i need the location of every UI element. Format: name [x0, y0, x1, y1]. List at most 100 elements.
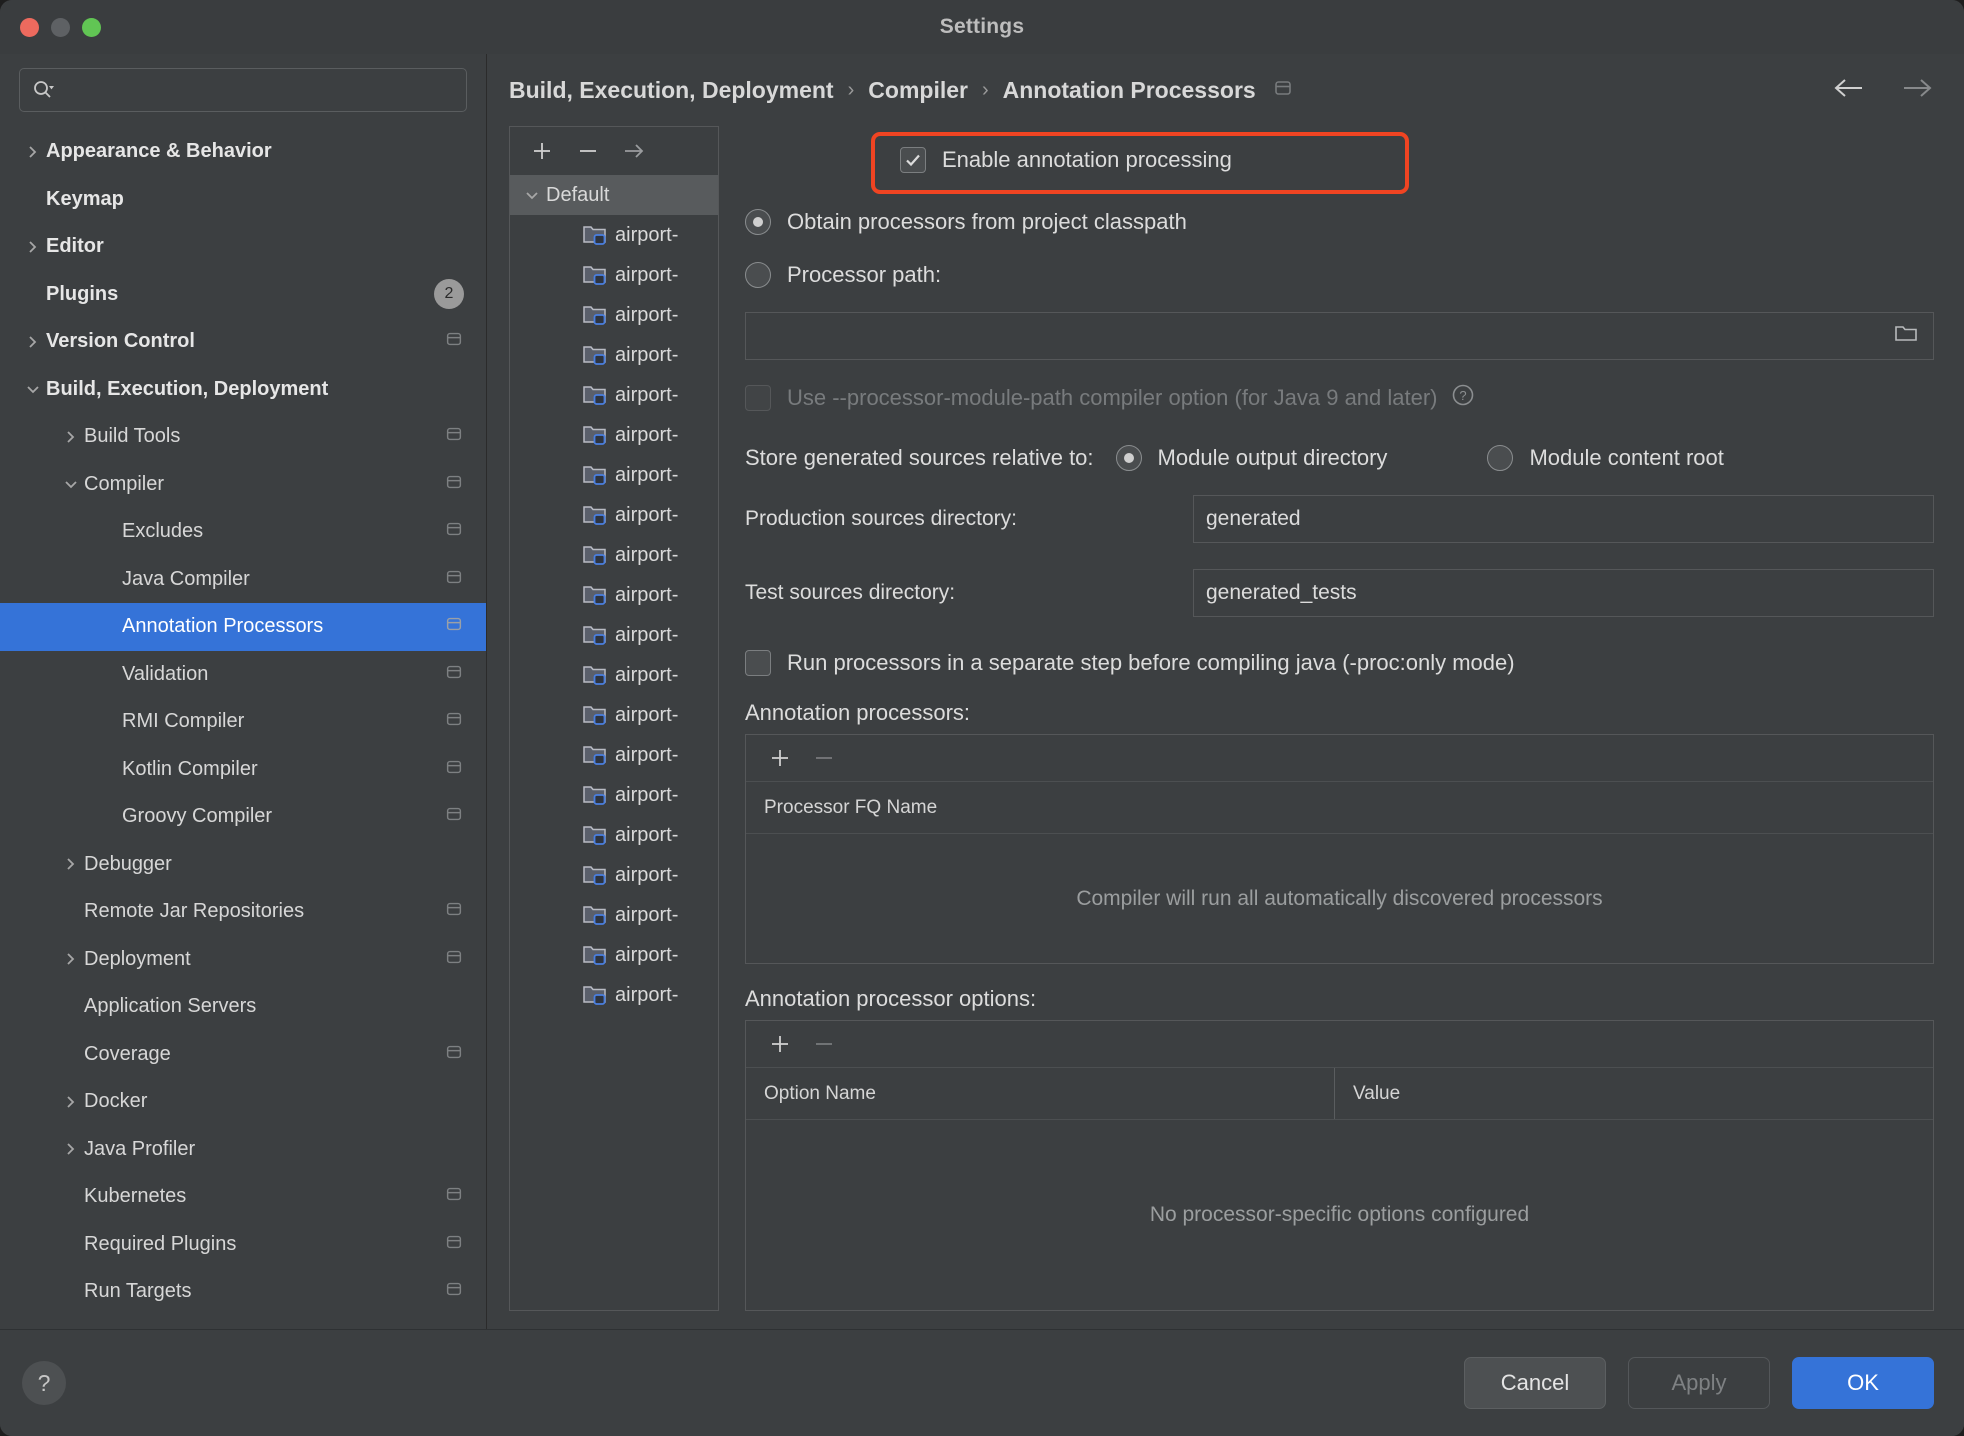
module-folder-icon — [582, 743, 608, 767]
module-tree-root[interactable]: Default — [510, 175, 718, 215]
add-processor-button[interactable] — [760, 739, 800, 777]
nav-forward-icon[interactable] — [1900, 75, 1934, 106]
sidebar-item-label: Deployment — [84, 947, 191, 970]
move-module-button[interactable] — [614, 132, 654, 170]
module-output-directory-radio[interactable] — [1115, 445, 1142, 471]
sidebar-item-kubernetes[interactable]: Kubernetes — [0, 1173, 486, 1221]
sidebar-item-build-execution-deployment[interactable]: Build, Execution, Deployment — [0, 366, 486, 414]
production-sources-input[interactable]: generated — [1193, 495, 1934, 543]
sidebar-item-rmi-compiler[interactable]: RMI Compiler — [0, 698, 486, 746]
sidebar-item-run-targets[interactable]: Run Targets — [0, 1268, 486, 1316]
module-content-root-radio[interactable] — [1487, 445, 1514, 471]
options-column-name[interactable]: Option Name — [746, 1083, 1334, 1105]
sidebar-item-debugger[interactable]: Debugger — [0, 841, 486, 889]
production-sources-row: Production sources directory: generated — [745, 495, 1934, 543]
chevron-down-icon[interactable] — [20, 382, 46, 396]
module-list-item[interactable]: airport- — [510, 655, 718, 695]
sidebar-item-annotation-processors[interactable]: Annotation Processors — [0, 603, 486, 651]
sidebar-item-java-profiler[interactable]: Java Profiler — [0, 1126, 486, 1174]
sidebar-item-groovy-compiler[interactable]: Groovy Compiler — [0, 793, 486, 841]
sidebar-item-application-servers[interactable]: Application Servers — [0, 983, 486, 1031]
chevron-right-icon[interactable] — [20, 334, 46, 350]
sidebar-item-remote-jar-repositories[interactable]: Remote Jar Repositories — [0, 888, 486, 936]
sidebar-item-deployment[interactable]: Deployment — [0, 936, 486, 984]
obtain-from-classpath-row[interactable]: Obtain processors from project classpath — [745, 198, 1934, 245]
module-list-item[interactable]: airport- — [510, 935, 718, 975]
search-box[interactable] — [19, 68, 467, 112]
module-list-item[interactable]: airport- — [510, 775, 718, 815]
module-folder-icon — [582, 223, 608, 247]
module-list-item[interactable]: airport- — [510, 335, 718, 375]
sidebar-item-appearance-behavior[interactable]: Appearance & Behavior — [0, 128, 486, 176]
folder-icon[interactable] — [1893, 321, 1921, 351]
breadcrumb-item-1[interactable]: Compiler — [868, 77, 968, 104]
question-circle-icon[interactable]: ? — [1450, 382, 1476, 413]
module-name: airport- — [615, 743, 679, 766]
chevron-down-icon[interactable] — [58, 477, 84, 491]
sidebar-item-java-compiler[interactable]: Java Compiler — [0, 556, 486, 604]
chevron-right-icon[interactable] — [58, 951, 84, 967]
sidebar-item-compiler[interactable]: Compiler — [0, 461, 486, 509]
nav-back-icon[interactable] — [1832, 75, 1866, 106]
remove-module-button[interactable] — [568, 132, 608, 170]
chevron-right-icon[interactable] — [58, 429, 84, 445]
obtain-from-classpath-radio[interactable] — [745, 208, 771, 235]
sidebar-item-build-tools[interactable]: Build Tools — [0, 413, 486, 461]
add-option-button[interactable] — [760, 1025, 800, 1063]
options-column-value[interactable]: Value — [1335, 1083, 1400, 1105]
test-sources-input[interactable]: generated_tests — [1193, 569, 1934, 617]
module-list-item[interactable]: airport- — [510, 375, 718, 415]
sidebar-item-kotlin-compiler[interactable]: Kotlin Compiler — [0, 746, 486, 794]
enable-annotation-processing-label: Enable annotation processing — [942, 146, 1232, 172]
chevron-right-icon[interactable] — [58, 856, 84, 872]
processor-path-row[interactable]: Processor path: — [745, 251, 1934, 298]
module-list-item[interactable]: airport- — [510, 295, 718, 335]
module-list-item[interactable]: airport- — [510, 255, 718, 295]
svg-text:?: ? — [1459, 388, 1466, 403]
sidebar-item-docker[interactable]: Docker — [0, 1078, 486, 1126]
sidebar-item-validation[interactable]: Validation — [0, 651, 486, 699]
breadcrumb-item-0[interactable]: Build, Execution, Deployment — [509, 77, 834, 104]
separate-step-row[interactable]: Run processors in a separate step before… — [745, 639, 1934, 686]
sidebar-item-excludes[interactable]: Excludes — [0, 508, 486, 556]
processors-column-fqname[interactable]: Processor FQ Name — [746, 797, 937, 819]
sidebar-item-label: Run Targets — [84, 1280, 192, 1303]
module-list-item[interactable]: airport- — [510, 575, 718, 615]
module-list-item[interactable]: airport- — [510, 455, 718, 495]
module-name: airport- — [615, 303, 679, 326]
help-button[interactable]: ? — [22, 1361, 66, 1405]
sidebar-item-keymap[interactable]: Keymap — [0, 176, 486, 224]
module-list-item[interactable]: airport- — [510, 615, 718, 655]
enable-annotation-processing-checkbox[interactable] — [900, 146, 926, 173]
module-list-item[interactable]: airport- — [510, 855, 718, 895]
chevron-right-icon[interactable] — [20, 144, 46, 160]
module-list-item[interactable]: airport- — [510, 415, 718, 455]
module-list-item[interactable]: airport- — [510, 735, 718, 775]
module-list-item[interactable]: airport- — [510, 495, 718, 535]
sidebar-item-version-control[interactable]: Version Control — [0, 318, 486, 366]
sidebar-item-required-plugins[interactable]: Required Plugins — [0, 1221, 486, 1269]
module-list-item[interactable]: airport- — [510, 535, 718, 575]
module-list-item[interactable]: airport- — [510, 215, 718, 255]
add-module-button[interactable] — [522, 132, 562, 170]
search-input[interactable] — [62, 80, 454, 100]
sidebar-item-plugins[interactable]: Plugins 2 — [0, 271, 486, 319]
module-list-item[interactable]: airport- — [510, 975, 718, 1015]
module-list-item[interactable]: airport- — [510, 895, 718, 935]
enable-annotation-processing-row[interactable]: Enable annotation processing — [900, 136, 1232, 183]
processor-path-input[interactable] — [745, 312, 1934, 360]
sidebar-item-coverage[interactable]: Coverage — [0, 1031, 486, 1079]
module-list-item[interactable]: airport- — [510, 695, 718, 735]
ok-button[interactable]: OK — [1792, 1357, 1934, 1409]
processor-path-radio[interactable] — [745, 261, 771, 288]
sidebar-item-editor[interactable]: Editor — [0, 223, 486, 271]
module-folder-icon — [582, 823, 608, 847]
separate-step-checkbox[interactable] — [745, 649, 771, 676]
project-scope-icon — [444, 329, 464, 354]
chevron-right-icon[interactable] — [20, 239, 46, 255]
chevron-down-icon[interactable] — [518, 188, 546, 202]
chevron-right-icon[interactable] — [58, 1141, 84, 1157]
chevron-right-icon[interactable] — [58, 1094, 84, 1110]
module-list-item[interactable]: airport- — [510, 815, 718, 855]
cancel-button[interactable]: Cancel — [1464, 1357, 1606, 1409]
